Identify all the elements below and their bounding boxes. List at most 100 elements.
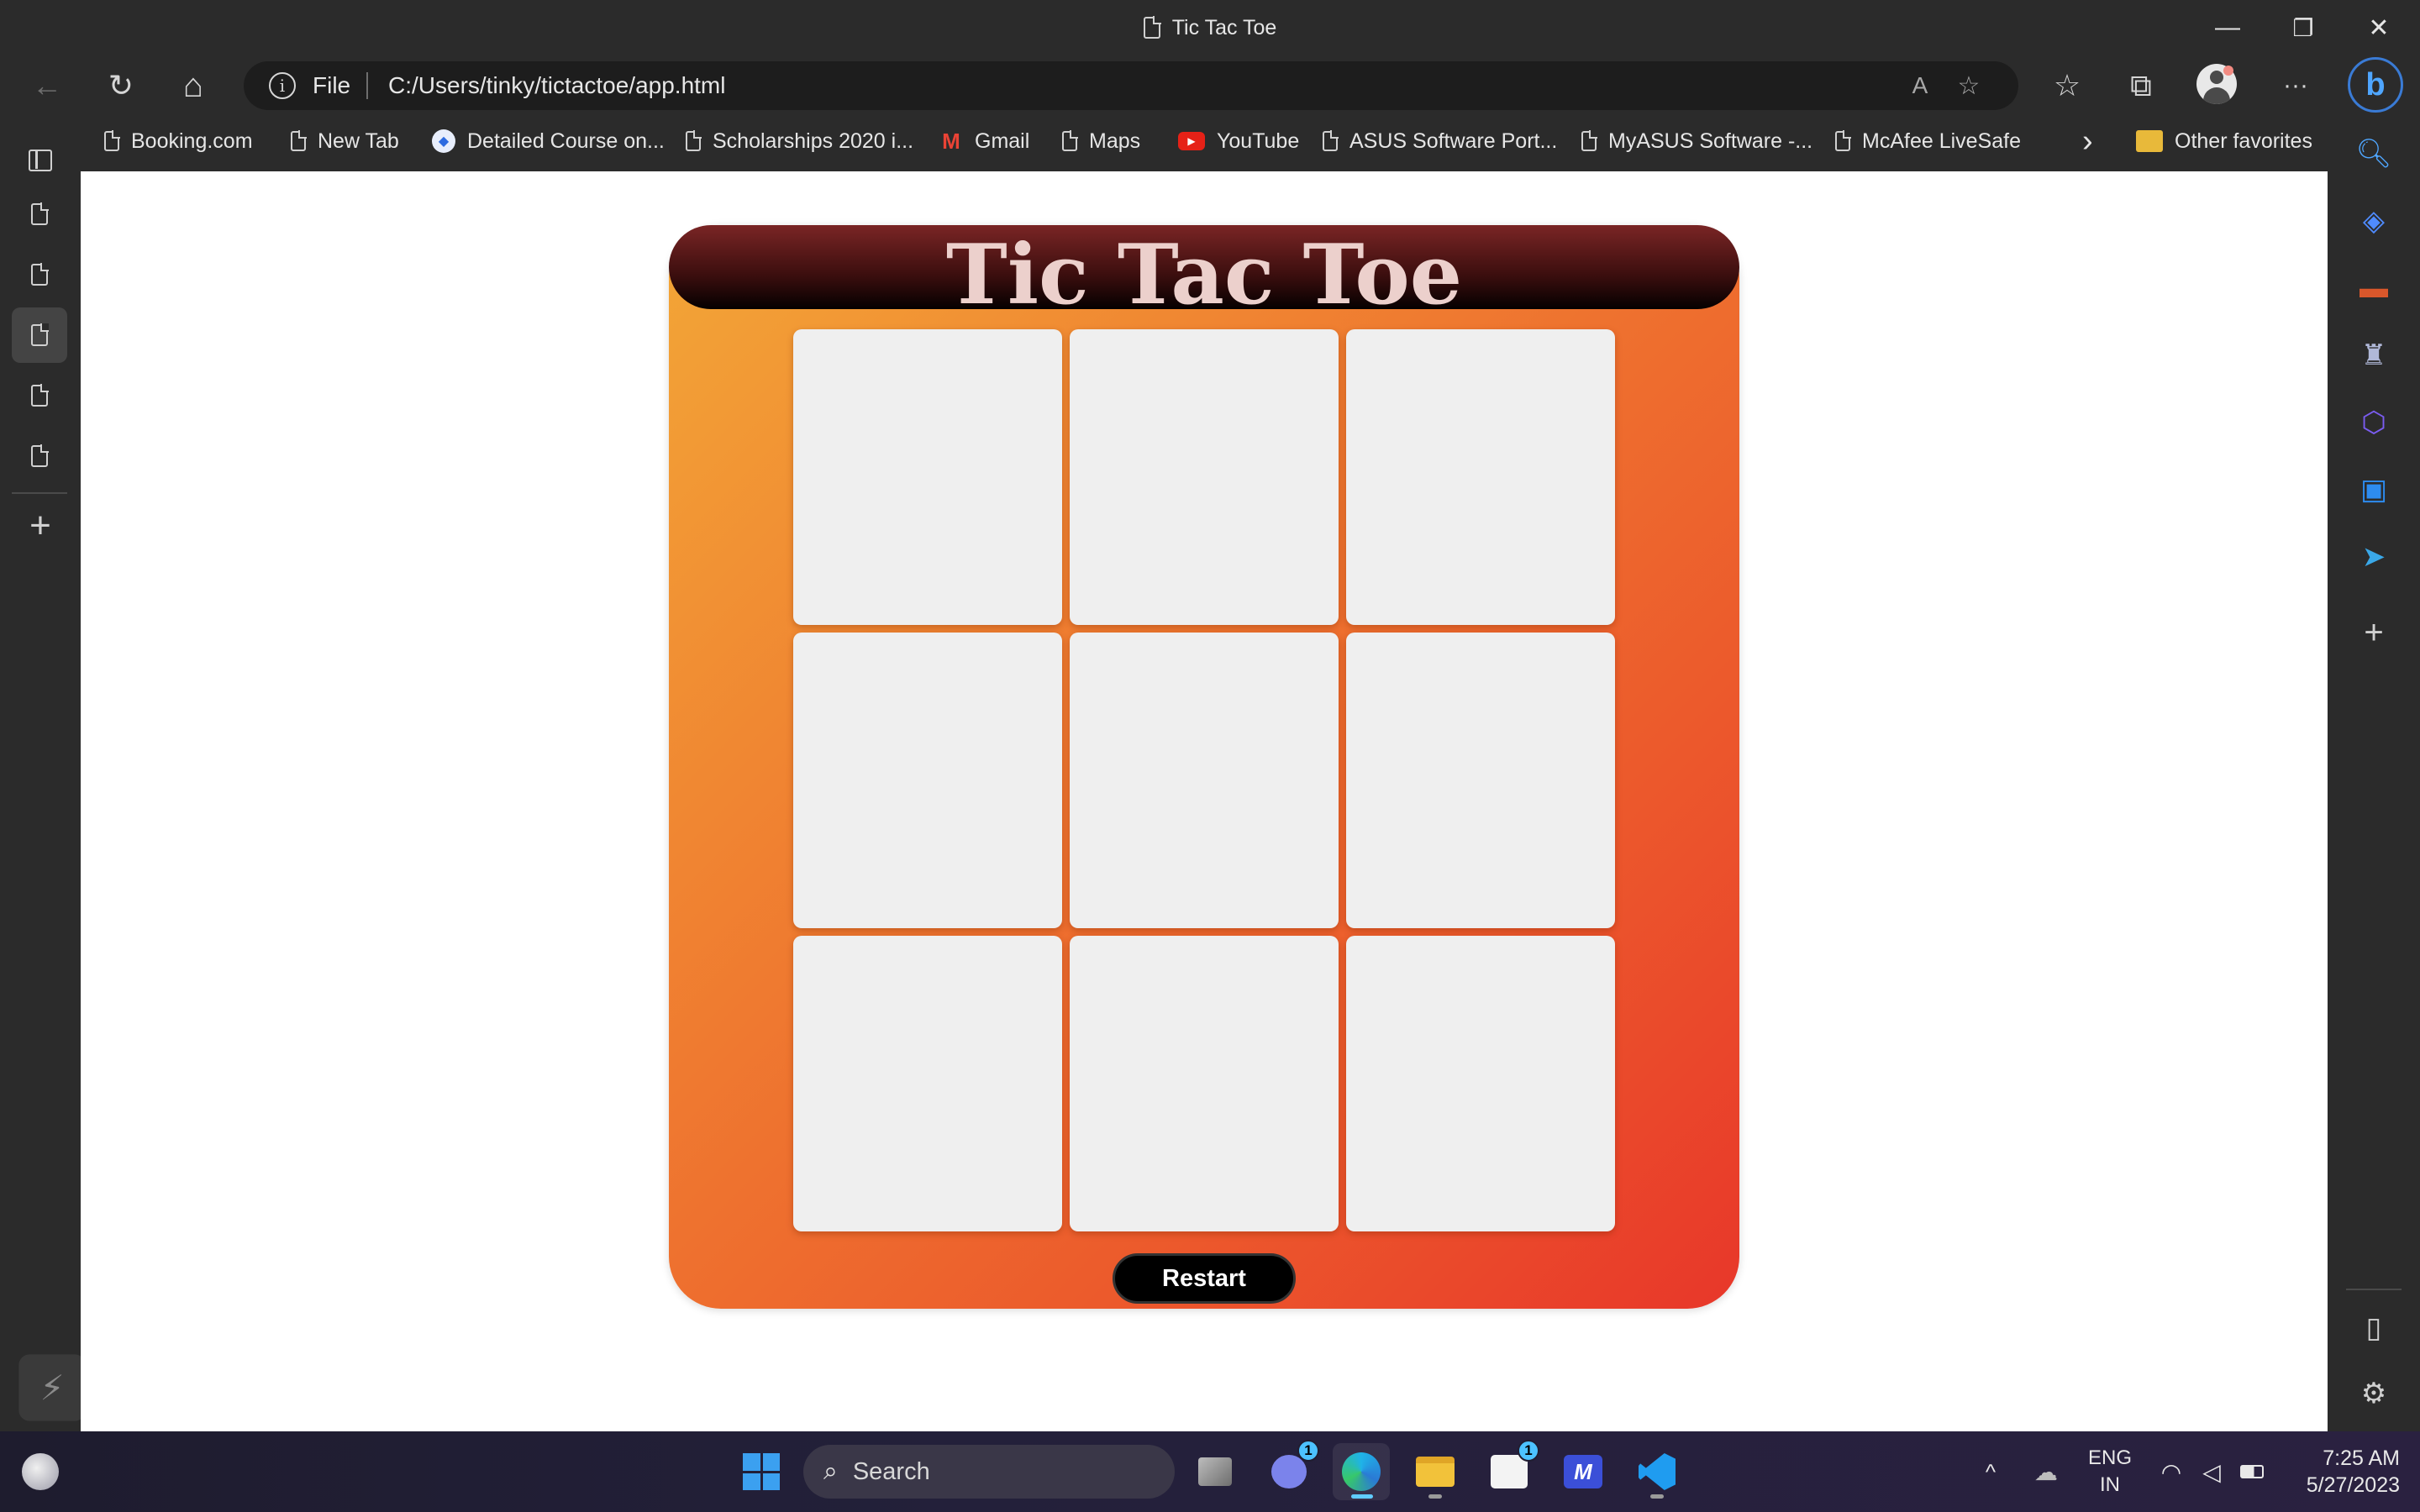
start-button[interactable] xyxy=(733,1443,790,1500)
language-indicator[interactable]: ENG IN xyxy=(2082,1431,2138,1512)
vertical-tab-active[interactable] xyxy=(12,307,67,363)
favorite-label: Gmail xyxy=(975,129,1030,153)
more-icon[interactable]: ··· xyxy=(2272,62,2319,109)
games-chess-icon[interactable]: ♜ xyxy=(2353,334,2395,376)
favorites-icon[interactable]: ☆ xyxy=(2044,62,2091,109)
favorite-asus-portal[interactable]: ASUS Software Port... xyxy=(1323,116,1557,166)
edge-taskbar-button[interactable] xyxy=(1333,1443,1390,1500)
new-tab-icon[interactable]: + xyxy=(17,502,64,549)
site-info-icon[interactable]: i xyxy=(269,72,296,99)
page-icon xyxy=(1323,130,1339,151)
add-icon[interactable]: + xyxy=(2353,612,2395,654)
onedrive-offline-icon[interactable]: ☁ xyxy=(2025,1431,2067,1512)
store-badge: 1 xyxy=(1518,1440,1539,1462)
favorite-label: Detailed Course on... xyxy=(467,129,665,153)
page-icon xyxy=(1581,130,1597,151)
favorite-scholarships[interactable]: Scholarships 2020 i... xyxy=(686,116,913,166)
vertical-tab[interactable] xyxy=(12,368,67,423)
task-view-button[interactable] xyxy=(1186,1443,1244,1500)
windows-logo-icon xyxy=(743,1453,780,1490)
address-divider xyxy=(366,72,368,99)
shopping-tag-icon[interactable]: ◈ xyxy=(2353,200,2395,242)
address-bar[interactable]: i File C:/Users/tinky/tictactoe/app.html… xyxy=(244,61,2018,110)
board-cell-6[interactable] xyxy=(1346,633,1615,928)
battery-icon[interactable] xyxy=(2235,1431,2269,1512)
close-button[interactable]: ✕ xyxy=(2341,0,2417,55)
favorite-booking[interactable]: Booking.com xyxy=(104,116,253,166)
telegram-icon[interactable]: ➤ xyxy=(2353,536,2395,578)
favorite-label: New Tab xyxy=(318,129,399,153)
file-explorer-button[interactable] xyxy=(1407,1443,1464,1500)
favorite-label: McAfee LiveSafe xyxy=(1862,129,2021,153)
favorites-overflow-icon[interactable]: › xyxy=(2082,116,2093,166)
board-cell-5[interactable] xyxy=(1070,633,1339,928)
favorite-mcafee[interactable]: McAfee LiveSafe xyxy=(1835,116,2021,166)
favorite-maps[interactable]: Maps xyxy=(1062,116,1140,166)
address-url[interactable]: C:/Users/tinky/tictactoe/app.html xyxy=(388,61,725,110)
slash-tool-icon[interactable]: ⚡ xyxy=(18,1354,86,1421)
tab-actions-icon[interactable] xyxy=(29,150,52,171)
copilot-icon[interactable]: b xyxy=(2348,57,2403,113)
taskbar-search[interactable]: ⌕ Search xyxy=(803,1445,1175,1499)
running-indicator xyxy=(1650,1494,1664,1499)
teams-chat-button[interactable]: 1 xyxy=(1260,1440,1319,1500)
weather-widget-icon[interactable] xyxy=(7,1431,74,1512)
read-aloud-icon[interactable]: A xyxy=(1901,66,1939,105)
board-cell-8[interactable] xyxy=(1070,936,1339,1231)
gmail-icon: M xyxy=(942,128,960,154)
vertical-tab[interactable] xyxy=(12,428,67,484)
tabs-divider xyxy=(12,492,67,494)
favorite-detailed-course[interactable]: ◆ Detailed Course on... xyxy=(432,116,665,166)
favorite-label: YouTube xyxy=(1217,129,1300,153)
task-view-icon xyxy=(1198,1457,1232,1486)
page-icon xyxy=(1835,130,1851,151)
game-container: Tic Tac Toe Restart xyxy=(669,225,1739,1309)
restart-button[interactable]: Restart xyxy=(1113,1253,1296,1304)
home-icon[interactable]: ⌂ xyxy=(170,62,217,109)
vertical-tab[interactable] xyxy=(12,247,67,302)
favorite-myasus[interactable]: MyASUS Software -... xyxy=(1581,116,1812,166)
board-cell-9[interactable] xyxy=(1346,936,1615,1231)
tools-briefcase-icon[interactable]: ▬ xyxy=(2353,267,2395,309)
favorite-label: Scholarships 2020 i... xyxy=(713,129,914,153)
favorite-label: Maps xyxy=(1089,129,1141,153)
wifi-icon[interactable]: ◠ xyxy=(2153,1431,2190,1512)
address-scheme-label: File xyxy=(313,72,351,98)
minimize-button[interactable]: — xyxy=(2190,0,2265,55)
favorite-new-tab[interactable]: New Tab xyxy=(291,116,399,166)
system-clock[interactable]: 7:25 AM 5/27/2023 xyxy=(2274,1445,2400,1499)
window-title: Tic Tac Toe xyxy=(0,0,2420,55)
reload-icon[interactable]: ↻ xyxy=(97,62,145,109)
running-indicator xyxy=(1428,1494,1442,1499)
microsoft-store-button[interactable]: 1 xyxy=(1481,1440,1539,1500)
vertical-tab[interactable] xyxy=(12,186,67,242)
board-cell-2[interactable] xyxy=(1070,329,1339,625)
search-icon[interactable]: 🔍︎ xyxy=(2353,133,2395,175)
edge-icon xyxy=(1342,1452,1381,1491)
settings-icon[interactable]: ⚙ xyxy=(2353,1373,2395,1415)
collections-icon[interactable]: ⧉ xyxy=(2118,62,2165,109)
favorites-bar: Booking.com New Tab ◆ Detailed Course on… xyxy=(81,116,2329,171)
page-icon xyxy=(291,130,307,151)
split-screen-icon[interactable]: ▯ xyxy=(2353,1307,2395,1349)
sidebar-divider xyxy=(2346,1289,2402,1290)
board-cell-1[interactable] xyxy=(793,329,1062,625)
folder-icon xyxy=(1416,1457,1455,1487)
myasus-button[interactable]: M xyxy=(1555,1443,1612,1500)
search-icon: ⌕ xyxy=(823,1457,838,1485)
favorite-gmail[interactable]: M Gmail xyxy=(939,116,1029,166)
back-icon[interactable]: ← xyxy=(24,62,71,109)
vscode-button[interactable] xyxy=(1628,1443,1686,1500)
volume-icon[interactable]: ◁ xyxy=(2195,1431,2228,1512)
restore-button[interactable]: ❐ xyxy=(2265,0,2341,55)
add-favorite-icon[interactable]: ☆ xyxy=(1949,66,1988,105)
page-icon xyxy=(1062,130,1078,151)
outlook-icon[interactable]: ▣ xyxy=(2353,469,2395,511)
other-favorites[interactable]: Other favorites xyxy=(2136,116,2312,166)
microsoft-365-icon[interactable]: ⬡ xyxy=(2353,402,2395,444)
favorite-youtube[interactable]: ▶ YouTube xyxy=(1178,116,1299,166)
board-cell-4[interactable] xyxy=(793,633,1062,928)
tray-overflow-icon[interactable]: ^ xyxy=(1970,1431,2012,1512)
board-cell-3[interactable] xyxy=(1346,329,1615,625)
board-cell-7[interactable] xyxy=(793,936,1062,1231)
